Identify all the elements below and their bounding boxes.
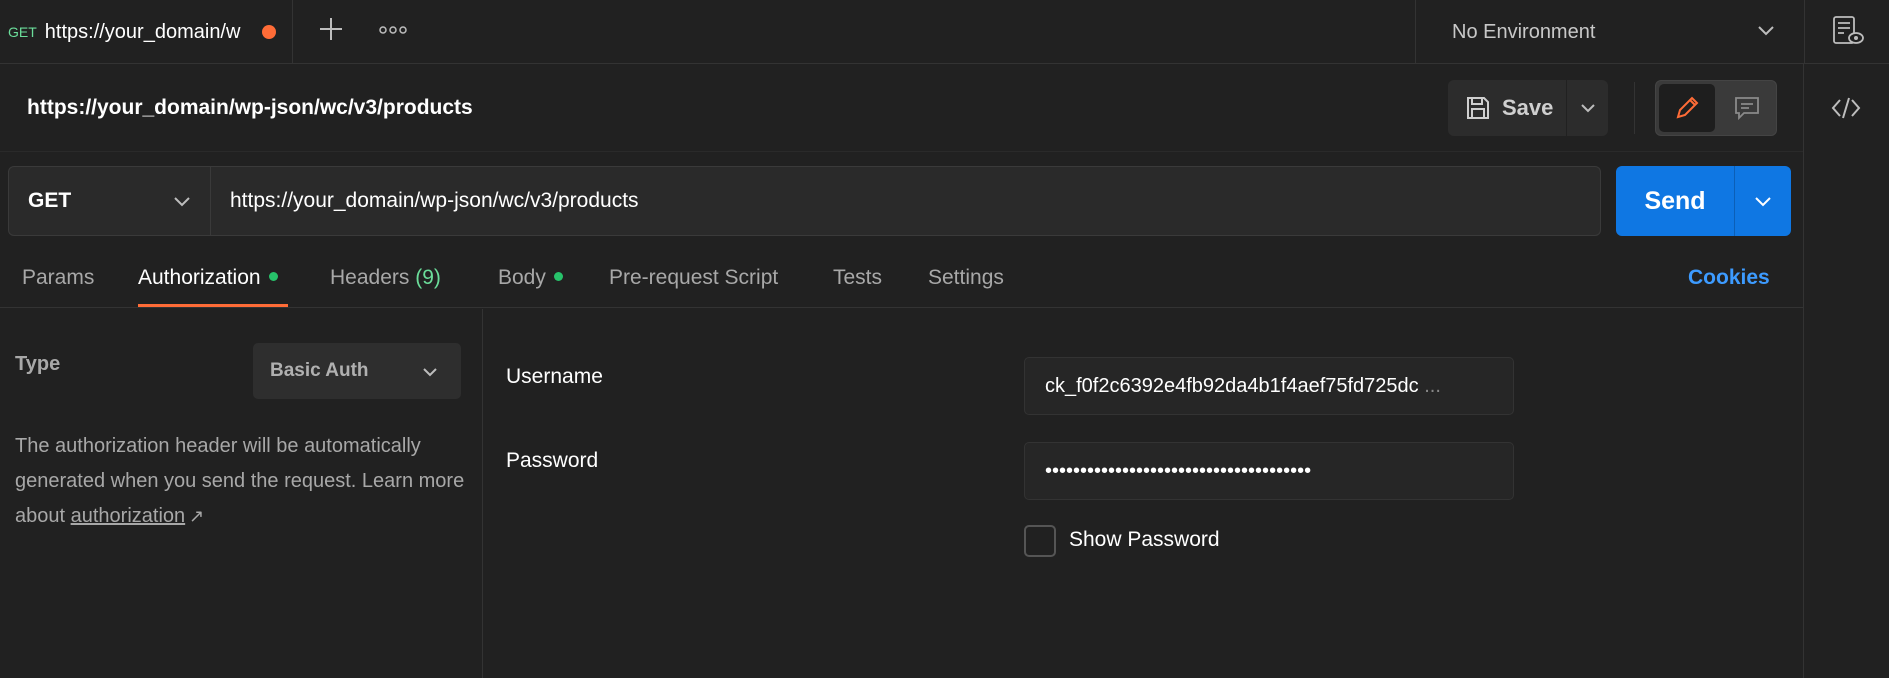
username-value: ck_f0f2c6392e4fb92da4b1f4aef75fd725dc bbox=[1045, 375, 1419, 397]
environment-selector[interactable]: No Environment bbox=[1415, 0, 1805, 64]
mode-toggle bbox=[1655, 80, 1777, 136]
show-password-checkbox[interactable] bbox=[1024, 525, 1056, 557]
chevron-down-icon bbox=[423, 368, 437, 377]
active-dot-icon bbox=[553, 271, 563, 281]
url-bar: GET bbox=[8, 166, 1601, 236]
divider bbox=[1634, 82, 1635, 134]
comment-icon bbox=[1735, 97, 1759, 121]
tab-tests[interactable]: Tests bbox=[833, 266, 882, 290]
auth-type-value: Basic Auth bbox=[270, 360, 369, 381]
method-selector[interactable]: GET bbox=[9, 167, 211, 235]
send-button-group: Send bbox=[1616, 166, 1791, 236]
tab-headers[interactable]: Headers (9) bbox=[330, 266, 441, 290]
save-options-button[interactable] bbox=[1566, 80, 1608, 136]
password-field[interactable]: •••••••••••••••••••••••••••••••••••••• bbox=[1024, 442, 1514, 500]
request-name[interactable]: https://your_domain/wp-json/wc/v3/produc… bbox=[27, 96, 473, 120]
chevron-down-icon bbox=[1580, 104, 1595, 113]
save-button[interactable]: Save bbox=[1448, 80, 1566, 136]
new-tab-plus-icon[interactable] bbox=[316, 14, 346, 44]
tab-pre-request-script[interactable]: Pre-request Script bbox=[609, 266, 778, 290]
method-label: GET bbox=[28, 189, 72, 212]
chevron-down-icon bbox=[174, 197, 190, 207]
tab-method-label: GET bbox=[8, 24, 37, 40]
type-label: Type bbox=[15, 353, 61, 375]
tab-body-label: Body bbox=[498, 266, 546, 289]
more-options-icon[interactable] bbox=[378, 20, 408, 40]
active-tab-indicator bbox=[138, 304, 288, 307]
send-button[interactable]: Send bbox=[1616, 166, 1734, 236]
request-tabs: Params Authorization Headers (9) Body Pr… bbox=[0, 254, 1803, 308]
auth-type-pane: Type Basic Auth The authorization header… bbox=[0, 309, 483, 678]
url-input[interactable] bbox=[211, 167, 1600, 235]
send-options-button[interactable] bbox=[1734, 166, 1791, 236]
divider bbox=[0, 151, 1803, 152]
top-tab-bar: GET https://your_domain/w No Environment bbox=[0, 0, 1889, 64]
save-icon bbox=[1467, 97, 1489, 119]
tab-settings[interactable]: Settings bbox=[928, 266, 1004, 290]
pencil-icon bbox=[1676, 96, 1699, 119]
cookies-link[interactable]: Cookies bbox=[1688, 266, 1770, 290]
tab-body[interactable]: Body bbox=[498, 266, 563, 290]
username-field[interactable]: ck_f0f2c6392e4fb92da4b1f4aef75fd725dc ..… bbox=[1024, 357, 1514, 415]
right-sidebar bbox=[1803, 64, 1889, 678]
tab-title: https://your_domain/w bbox=[44, 20, 241, 43]
auth-help-text: The authorization header will be automat… bbox=[15, 429, 465, 534]
tab-authorization-label: Authorization bbox=[138, 266, 261, 289]
authorization-link[interactable]: authorization bbox=[71, 505, 186, 527]
password-value: •••••••••••••••••••••••••••••••••••••• bbox=[1045, 460, 1312, 482]
active-dot-icon bbox=[268, 271, 278, 281]
show-password-label[interactable]: Show Password bbox=[1069, 528, 1220, 552]
username-ellipsis: ... bbox=[1424, 375, 1441, 397]
save-label: Save bbox=[1502, 95, 1554, 120]
auth-type-selector[interactable]: Basic Auth bbox=[253, 343, 461, 399]
tab-params[interactable]: Params bbox=[22, 266, 94, 290]
headers-count: (9) bbox=[415, 266, 441, 289]
tab-headers-label: Headers bbox=[330, 266, 410, 289]
external-link-icon: ↗ bbox=[189, 506, 205, 526]
request-tab[interactable]: GET https://your_domain/w bbox=[0, 0, 293, 64]
chevron-down-icon bbox=[1758, 26, 1774, 36]
environment-quick-look-icon[interactable] bbox=[1830, 14, 1866, 48]
save-button-group: Save bbox=[1448, 80, 1608, 136]
code-icon[interactable] bbox=[1830, 94, 1862, 122]
edit-mode-button[interactable] bbox=[1659, 84, 1715, 132]
username-label: Username bbox=[506, 365, 603, 388]
chevron-down-icon bbox=[1755, 197, 1771, 207]
comment-mode-button[interactable] bbox=[1719, 84, 1775, 132]
unsaved-dot-icon bbox=[262, 25, 276, 39]
password-label: Password bbox=[506, 449, 599, 472]
environment-label: No Environment bbox=[1452, 20, 1596, 43]
tab-authorization[interactable]: Authorization bbox=[138, 266, 278, 290]
